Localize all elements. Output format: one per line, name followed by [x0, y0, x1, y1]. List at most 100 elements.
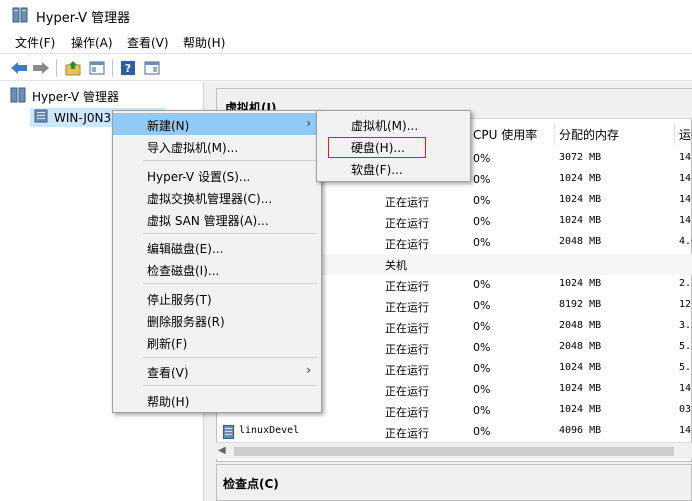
menu-separator	[143, 283, 317, 284]
back-arrow-icon	[11, 62, 27, 74]
vm-uptime: 4.0	[679, 236, 692, 247]
vm-state: 正在运行	[385, 301, 429, 314]
vm-memory: 1024 MB	[559, 173, 602, 184]
vm-state: 正在运行	[385, 364, 429, 377]
ctx-view[interactable]: 查看(V) ›	[113, 360, 321, 382]
menu-action[interactable]: 操作(A)	[71, 34, 113, 51]
help-icon: ?	[121, 61, 135, 75]
column-cpu-usage[interactable]: CPU 使用率	[469, 123, 555, 145]
column-uptime[interactable]: 运行	[675, 123, 692, 145]
vm-uptime: 2.1	[679, 278, 692, 289]
context-menu: 新建(N) › 导入虚拟机(M)... Hyper-V 设置(S)... 虚拟交…	[112, 110, 322, 413]
menu-bar: 文件(F) 操作(A) 查看(V) 帮助(H)	[0, 30, 692, 52]
vm-memory: 1024 MB	[559, 404, 602, 415]
scroll-left-icon[interactable]: ◀	[218, 445, 226, 456]
ctx-vsan-label: 虚拟 SAN 管理器(A)...	[147, 214, 269, 228]
vm-cpu: 0%	[473, 299, 491, 312]
vm-state: 关机	[385, 259, 407, 272]
scrollbar-thumb[interactable]	[234, 447, 674, 456]
vm-memory: 2048 MB	[559, 341, 602, 352]
back-button[interactable]	[9, 58, 29, 78]
menu-separator	[143, 160, 317, 161]
tree-root-label: Hyper-V 管理器	[32, 90, 119, 104]
ctx-edit-disk[interactable]: 编辑磁盘(E)...	[113, 236, 321, 258]
vm-cpu: 0%	[473, 152, 491, 165]
ctx-stop-service[interactable]: 停止服务(T)	[113, 287, 321, 309]
menu-separator	[143, 233, 317, 234]
ctx-help[interactable]: 帮助(H)	[113, 389, 321, 411]
vm-memory: 4096 MB	[559, 425, 602, 436]
column-assigned-memory[interactable]: 分配的内存	[555, 123, 675, 145]
vm-uptime: 14.	[679, 152, 692, 163]
vm-state: 正在运行	[385, 427, 429, 440]
console-tree-icon	[89, 61, 105, 75]
vm-uptime: 14.	[679, 425, 692, 436]
vm-state: 正在运行	[385, 406, 429, 419]
window-title: Hyper-V 管理器	[36, 11, 131, 26]
vm-memory: 8192 MB	[559, 299, 602, 310]
checkpoint-panel: 检查点(C)	[216, 464, 692, 501]
show-action-pane-button[interactable]	[142, 58, 162, 78]
server-label: WIN-J0N3	[54, 110, 112, 125]
ctx-refresh[interactable]: 刷新(F)	[113, 331, 321, 353]
menu-view[interactable]: 查看(V)	[127, 34, 169, 51]
hyperv-manager-icon	[10, 87, 26, 106]
ctx-hyperv-settings[interactable]: Hyper-V 设置(S)...	[113, 164, 321, 186]
ctx-inspect-disk[interactable]: 检查磁盘(I)...	[113, 258, 321, 280]
vm-state: 正在运行	[385, 322, 429, 335]
vm-memory: 2048 MB	[559, 320, 602, 331]
ctx-stop-service-label: 停止服务(T)	[147, 293, 212, 307]
vm-row[interactable]: linuxDevel 正在运行 0% 4096 MB 14.	[217, 422, 692, 443]
menu-help[interactable]: 帮助(H)	[183, 34, 225, 51]
vm-cpu: 0%	[473, 341, 491, 354]
submenu-floppy-label: 软盘(F)...	[351, 163, 403, 177]
vm-memory: 2048 MB	[559, 236, 602, 247]
ctx-import-label: 导入虚拟机(M)...	[147, 141, 239, 155]
toolbar-separator	[112, 59, 113, 77]
ctx-view-label: 查看(V)	[147, 366, 189, 380]
forward-arrow-icon	[33, 62, 49, 74]
hyperv-app-icon	[12, 7, 28, 23]
vm-memory: 1024 MB	[559, 278, 602, 289]
submenu-new-vm[interactable]: 虚拟机(M)...	[317, 113, 470, 135]
horizontal-scrollbar[interactable]: ◀	[216, 442, 692, 459]
menu-file[interactable]: 文件(F)	[15, 34, 55, 51]
up-folder-button[interactable]	[63, 58, 83, 78]
ctx-remove-server[interactable]: 删除服务器(R)	[113, 309, 321, 331]
ctx-import-vm[interactable]: 导入虚拟机(M)...	[113, 135, 321, 157]
vm-memory: 1024 MB	[559, 194, 602, 205]
tree-root-hyperv[interactable]: Hyper-V 管理器	[10, 87, 119, 106]
ctx-remove-server-label: 删除服务器(R)	[147, 315, 225, 329]
show-tree-button[interactable]	[87, 58, 107, 78]
ctx-new[interactable]: 新建(N) ›	[113, 113, 321, 135]
vm-icon	[223, 425, 234, 442]
svg-text:?: ?	[125, 62, 131, 75]
vm-state: 正在运行	[385, 280, 429, 293]
help-button[interactable]: ?	[118, 58, 138, 78]
menu-separator	[143, 385, 317, 386]
submenu-new-floppy[interactable]: 软盘(F)...	[317, 157, 470, 179]
ctx-help-label: 帮助(H)	[147, 395, 190, 409]
vm-uptime: 3.2	[679, 320, 692, 331]
forward-button[interactable]	[31, 58, 51, 78]
vm-state: 正在运行	[385, 343, 429, 356]
vm-uptime: 12.	[679, 299, 692, 310]
ctx-edit-disk-label: 编辑磁盘(E)...	[147, 242, 224, 256]
vm-uptime: 03:	[679, 404, 692, 415]
ctx-settings-label: Hyper-V 设置(S)...	[147, 170, 251, 184]
ctx-refresh-label: 刷新(F)	[147, 337, 188, 351]
vm-cpu: 0%	[473, 194, 491, 207]
ctx-vsan-manager[interactable]: 虚拟 SAN 管理器(A)...	[113, 208, 321, 230]
vm-cpu: 0%	[473, 425, 491, 438]
toolbar-separator	[56, 59, 57, 77]
vm-memory: 1024 MB	[559, 362, 602, 373]
vm-cpu: 0%	[473, 362, 491, 375]
vm-uptime: 5.2	[679, 341, 692, 352]
vm-state: 正在运行	[385, 196, 429, 209]
ctx-vswitch-manager[interactable]: 虚拟交换机管理器(C)...	[113, 186, 321, 208]
vm-cpu: 0%	[473, 383, 491, 396]
ctx-inspect-disk-label: 检查磁盘(I)...	[147, 264, 220, 278]
vm-state: 正在运行	[385, 238, 429, 251]
vm-uptime: 14.	[679, 215, 692, 226]
toolbar: ?	[0, 53, 692, 81]
